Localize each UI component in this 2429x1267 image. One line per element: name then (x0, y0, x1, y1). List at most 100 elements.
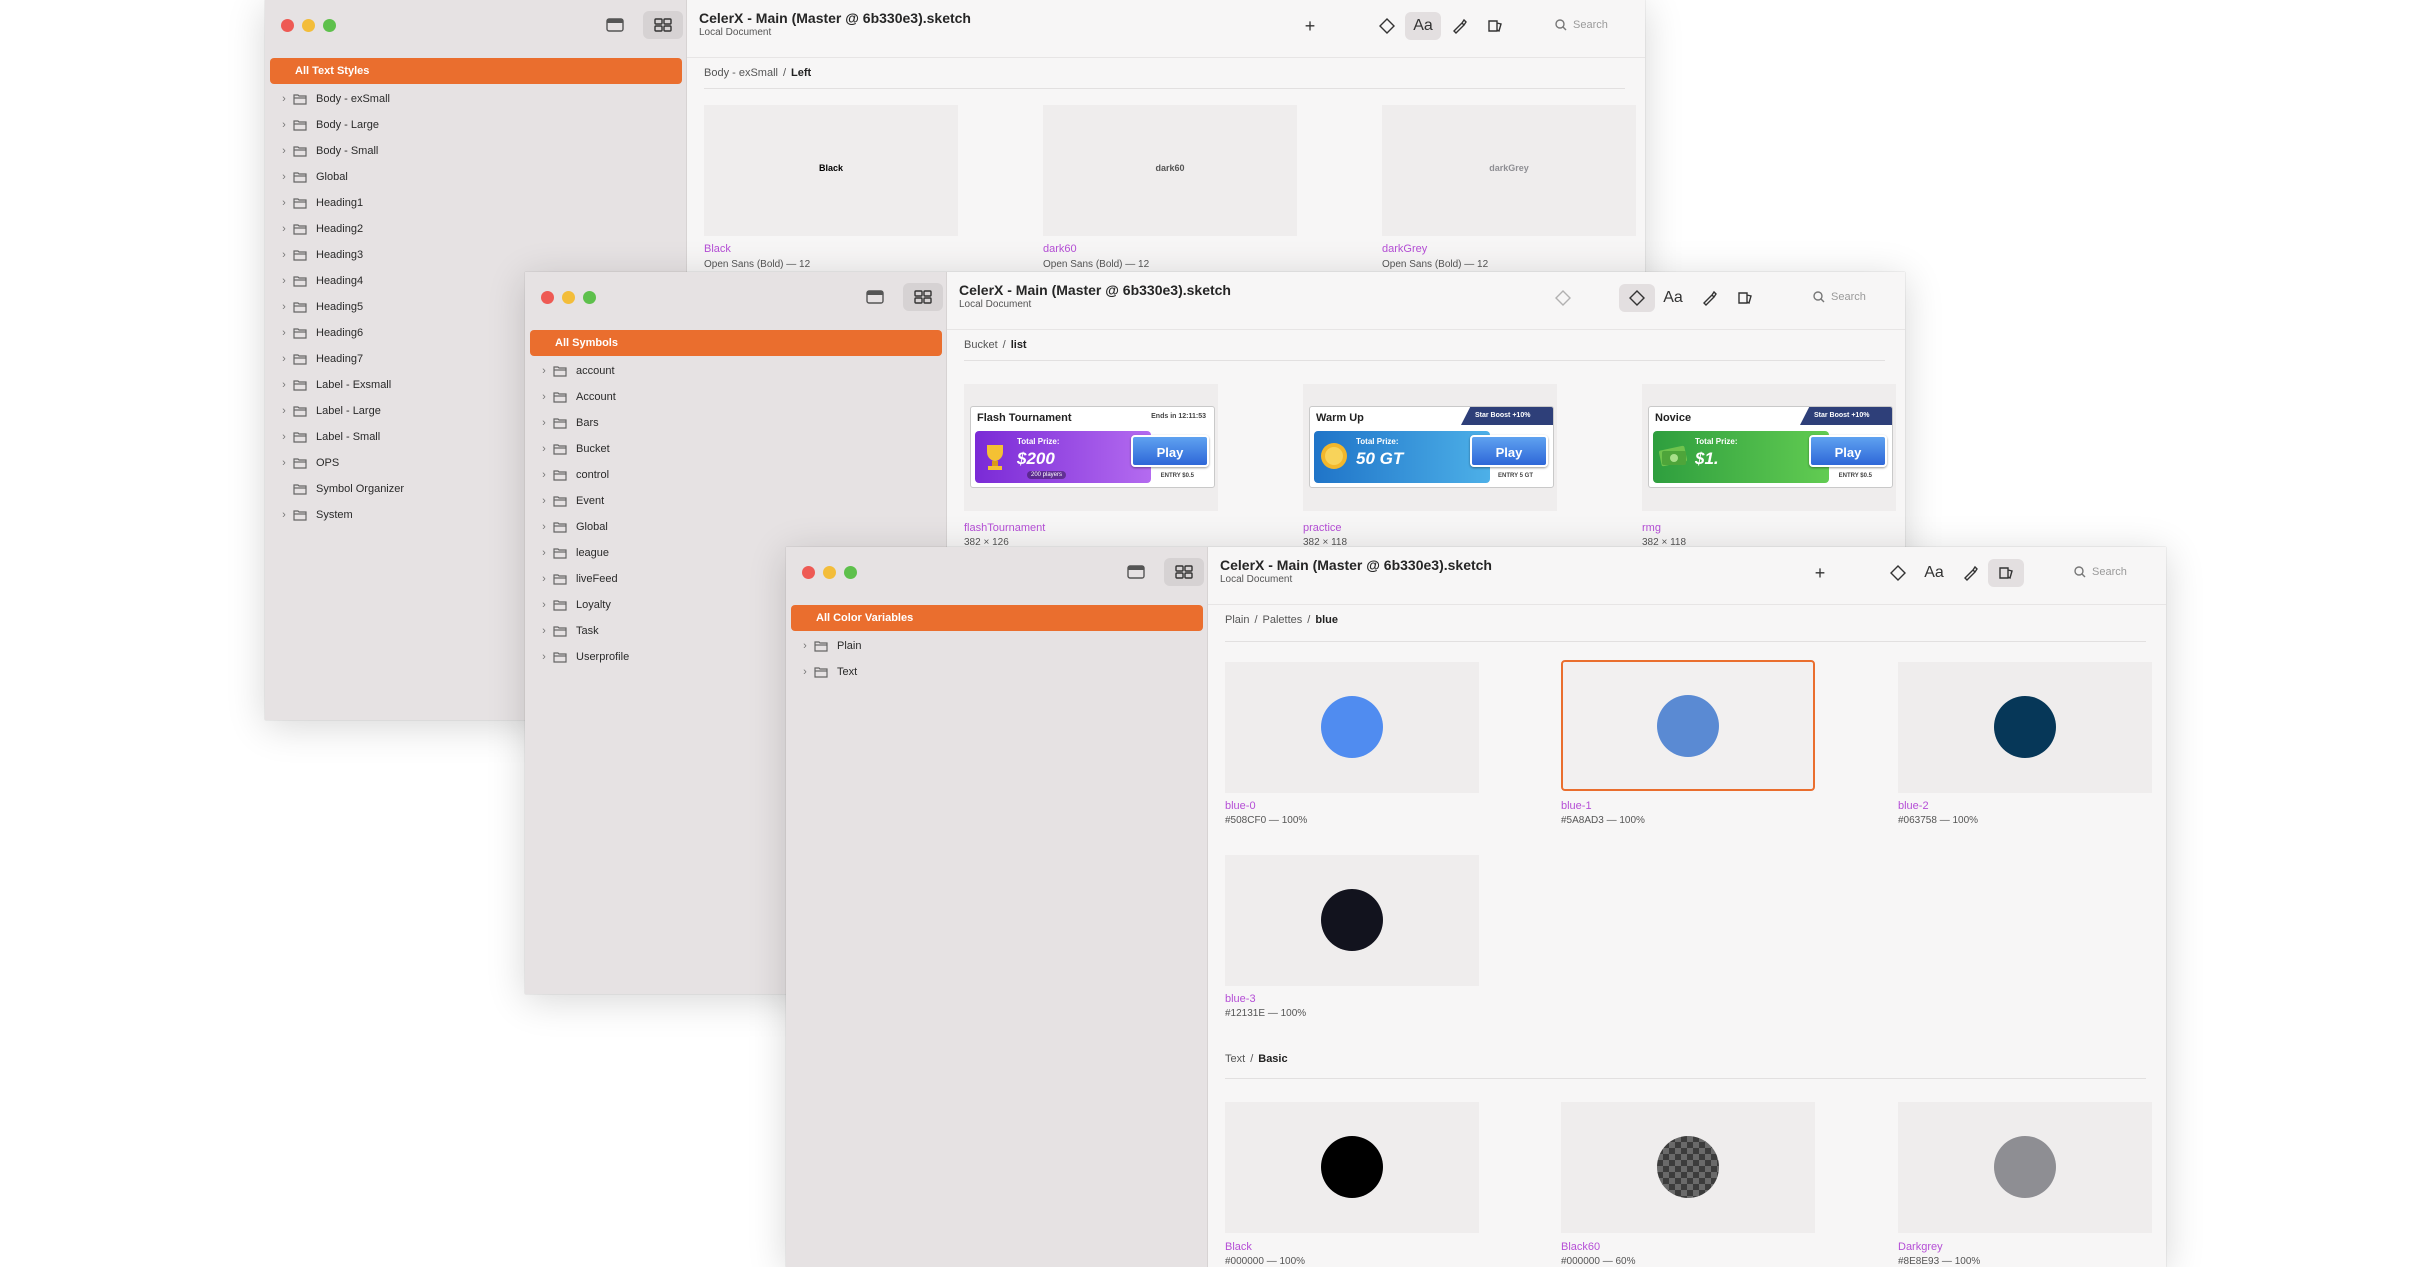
breadcrumb-root[interactable]: Plain (1225, 614, 1249, 626)
color-tile[interactable] (1225, 662, 1479, 793)
search-input[interactable]: Search (1547, 12, 1635, 38)
symbols-tab-icon[interactable] (1619, 284, 1655, 312)
text-style-tile[interactable]: darkGrey (1382, 105, 1636, 236)
symbol-tile[interactable]: Novice Star Boost +10% Total Prize: $1. … (1642, 384, 1896, 511)
chevron-right-icon[interactable]: › (277, 93, 291, 105)
layer-styles-tab-icon[interactable] (1952, 559, 1988, 587)
color-variables-tab-icon[interactable] (1727, 284, 1763, 312)
chevron-right-icon[interactable]: › (277, 405, 291, 417)
chevron-right-icon[interactable]: › (277, 119, 291, 131)
chevron-right-icon[interactable]: › (537, 365, 551, 377)
chevron-right-icon[interactable]: › (277, 275, 291, 287)
sidebar-item[interactable]: › Plain (786, 633, 1207, 659)
text-style-tile[interactable]: Black (704, 105, 958, 236)
all-color-variables-button[interactable]: All Color Variables (791, 605, 1203, 631)
sidebar-item[interactable]: › Body - Large (265, 112, 686, 138)
chevron-right-icon[interactable]: › (277, 327, 291, 339)
color-tile[interactable] (1225, 1102, 1479, 1233)
search-input[interactable]: Search (1805, 284, 1893, 310)
chevron-right-icon[interactable]: › (537, 417, 551, 429)
layer-styles-tab-icon[interactable] (1441, 12, 1477, 40)
sidebar-item[interactable]: › Event (525, 488, 946, 514)
symbol-tile[interactable]: Flash Tournament Ends in 12:11:53 Total … (964, 384, 1218, 511)
sidebar-item[interactable]: › Heading3 (265, 242, 686, 268)
minimize-button[interactable] (302, 19, 315, 32)
chevron-right-icon[interactable]: › (277, 457, 291, 469)
close-button[interactable] (281, 19, 294, 32)
tile-name: dark60 (1043, 243, 1077, 255)
chevron-right-icon[interactable]: › (537, 651, 551, 663)
symbol-tile[interactable]: Warm Up Star Boost +10% Total Prize: 50 … (1303, 384, 1557, 511)
plus-icon[interactable]: + (1292, 12, 1328, 40)
layer-styles-tab-icon[interactable] (1691, 284, 1727, 312)
sidebar-item[interactable]: › Global (525, 514, 946, 540)
text-style-tile[interactable]: dark60 (1043, 105, 1297, 236)
minimize-button[interactable] (562, 291, 575, 304)
close-button[interactable] (541, 291, 554, 304)
minimize-button[interactable] (823, 566, 836, 579)
search-input[interactable]: Search (2066, 559, 2154, 585)
plus-icon[interactable]: + (1802, 559, 1838, 587)
chevron-right-icon[interactable]: › (537, 547, 551, 559)
zoom-button[interactable] (583, 291, 596, 304)
symbols-tab-icon[interactable] (1880, 559, 1916, 587)
chevron-right-icon[interactable]: › (537, 573, 551, 585)
chevron-right-icon[interactable]: › (277, 223, 291, 235)
single-view-icon[interactable] (855, 283, 895, 311)
grid-view-icon[interactable] (903, 283, 943, 311)
chevron-right-icon[interactable]: › (798, 640, 812, 652)
color-tile[interactable] (1898, 1102, 2152, 1233)
text-styles-tab-icon[interactable]: Aa (1916, 559, 1952, 587)
sidebar-item[interactable]: › control (525, 462, 946, 488)
sidebar-item[interactable]: › Bars (525, 410, 946, 436)
zoom-button[interactable] (844, 566, 857, 579)
color-tile[interactable] (1225, 855, 1479, 986)
sidebar-item[interactable]: › account (525, 358, 946, 384)
color-tile[interactable] (1898, 662, 2152, 793)
chevron-right-icon[interactable]: › (537, 599, 551, 611)
text-styles-tab-icon[interactable]: Aa (1405, 12, 1441, 40)
text-styles-tab-icon[interactable]: Aa (1655, 284, 1691, 312)
chevron-right-icon[interactable]: › (537, 625, 551, 637)
chevron-right-icon[interactable]: › (798, 666, 812, 678)
chevron-right-icon[interactable]: › (277, 509, 291, 521)
sidebar-item[interactable]: › Body - exSmall (265, 86, 686, 112)
sidebar-item[interactable]: › Bucket (525, 436, 946, 462)
grid-view-icon[interactable] (1164, 558, 1204, 586)
grid-view-icon[interactable] (643, 11, 683, 39)
sidebar-item[interactable]: › Body - Small (265, 138, 686, 164)
chevron-right-icon[interactable]: › (277, 249, 291, 261)
single-view-icon[interactable] (1116, 558, 1156, 586)
color-variables-tab-icon[interactable] (1988, 559, 2024, 587)
chevron-right-icon[interactable]: › (277, 353, 291, 365)
zoom-button[interactable] (323, 19, 336, 32)
section-parent[interactable]: Text (1225, 1053, 1245, 1065)
chevron-right-icon[interactable]: › (277, 431, 291, 443)
chevron-right-icon[interactable]: › (277, 197, 291, 209)
all-text-styles-button[interactable]: All Text Styles (270, 58, 682, 84)
sidebar-item[interactable]: › Heading1 (265, 190, 686, 216)
chevron-right-icon[interactable]: › (537, 469, 551, 481)
single-view-icon[interactable] (595, 11, 635, 39)
chevron-right-icon[interactable]: › (537, 521, 551, 533)
color-tile[interactable] (1561, 1102, 1815, 1233)
chevron-right-icon[interactable]: › (277, 379, 291, 391)
sidebar-item[interactable]: › Global (265, 164, 686, 190)
color-variables-tab-icon[interactable] (1477, 12, 1513, 40)
breadcrumb-parent[interactable]: Bucket (964, 339, 998, 351)
sidebar-item[interactable]: › Heading2 (265, 216, 686, 242)
chevron-right-icon[interactable]: › (277, 171, 291, 183)
color-tile-selected[interactable] (1561, 660, 1815, 791)
breadcrumb-parent[interactable]: Body - exSmall (704, 67, 778, 79)
all-symbols-button[interactable]: All Symbols (530, 330, 942, 356)
chevron-right-icon[interactable]: › (277, 301, 291, 313)
sidebar-item[interactable]: › Account (525, 384, 946, 410)
close-button[interactable] (802, 566, 815, 579)
chevron-right-icon[interactable]: › (537, 443, 551, 455)
chevron-right-icon[interactable]: › (537, 391, 551, 403)
chevron-right-icon[interactable]: › (537, 495, 551, 507)
chevron-right-icon[interactable]: › (277, 145, 291, 157)
breadcrumb-parent[interactable]: Palettes (1263, 614, 1303, 626)
sidebar-item[interactable]: › Text (786, 659, 1207, 685)
symbols-tab-icon[interactable] (1369, 12, 1405, 40)
